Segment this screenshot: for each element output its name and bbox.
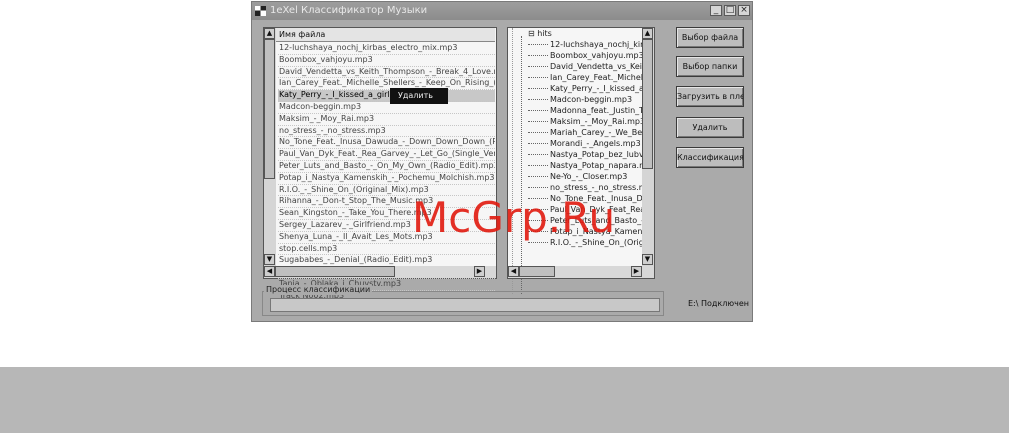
tree-item[interactable]: Madonna_feat._Justin_Timberlake.mp3 bbox=[528, 105, 652, 116]
classification-progress-bar bbox=[270, 298, 660, 312]
file-list: 12-luchshaya_nochj_kirbas_electro_mix.mp… bbox=[278, 43, 495, 303]
load-to-player-button[interactable]: Загрузить в плеер bbox=[676, 86, 744, 107]
list-item[interactable]: No_Tone_Feat._Inusa_Dawuda_-_Down_Down_D… bbox=[278, 137, 495, 150]
list-item[interactable]: Ian_Carey_Feat._Michelle_Shellers_-_Keep… bbox=[278, 78, 495, 91]
tree-item-label: David_Vendetta_vs_Keith_Thompson.mp3 bbox=[550, 62, 652, 71]
expand-collapse-icon[interactable]: ⊟ bbox=[528, 29, 535, 38]
bottom-gray-band bbox=[0, 367, 1009, 433]
scroll-right-icon[interactable]: ▶ bbox=[631, 266, 642, 277]
tree-item-label: no_stress_-_no_stress.mp3 bbox=[550, 183, 652, 192]
scroll-up-icon[interactable]: ▲ bbox=[642, 28, 653, 39]
scroll-right-icon[interactable]: ▶ bbox=[474, 266, 485, 277]
file-list-hscrollbar[interactable]: ◀ ▶ bbox=[264, 266, 496, 278]
tree-item-label: Ne-Yo_-_Closer.mp3 bbox=[550, 172, 628, 181]
column-header-filename[interactable]: Имя файла bbox=[276, 28, 495, 42]
scroll-down-icon[interactable]: ▼ bbox=[642, 254, 653, 265]
delete-button[interactable]: Удалить bbox=[676, 117, 744, 138]
tree-item-label: Nastya_Potap_napara.mp3 bbox=[550, 161, 652, 170]
progress-group-label: Процесс классификации bbox=[264, 285, 373, 295]
scroll-up-icon[interactable]: ▲ bbox=[264, 28, 275, 39]
window-title: 1eXel Классификатор Музыки bbox=[270, 5, 428, 16]
tree-item-label: 12-luchshaya_nochj_kirbas_electro_mix.mp… bbox=[550, 40, 652, 49]
list-item[interactable]: David_Vendetta_vs_Keith_Thompson_-_Break… bbox=[278, 67, 495, 79]
tree-item[interactable]: Mariah_Carey_-_We_Belong_Together.mp3 bbox=[528, 127, 652, 138]
tree-item[interactable]: David_Vendetta_vs_Keith_Thompson.mp3 bbox=[528, 61, 652, 72]
context-menu: Удалить bbox=[390, 88, 448, 104]
tree-item-label: Mariah_Carey_-_We_Belong_Together.mp3 bbox=[550, 128, 652, 137]
list-item[interactable]: Potap_i_Nastya_Kamenskih_-_Pochemu_Molch… bbox=[278, 173, 495, 185]
tree-item[interactable]: 12-luchshaya_nochj_kirbas_electro_mix.mp… bbox=[528, 39, 652, 50]
file-list-vscrollbar[interactable]: ▲ ▼ bbox=[264, 28, 276, 266]
list-item[interactable]: Paul_Van_Dyk_Feat._Rea_Garvey_-_Let_Go_(… bbox=[278, 149, 495, 161]
list-item[interactable]: stop.cells.mp3 bbox=[278, 244, 495, 256]
context-menu-item-delete[interactable]: Удалить bbox=[398, 91, 433, 100]
list-item[interactable]: Madcon-beggin.mp3 bbox=[278, 102, 495, 114]
tree-item-label: Nastya_Potap_bez_lubvi.mp3 bbox=[550, 150, 652, 159]
tree-guide-line bbox=[512, 28, 513, 294]
tree-item-label: Ian_Carey_Feat._Michelle_Shellers.mp3 bbox=[550, 73, 652, 82]
tree-item[interactable]: Ne-Yo_-_Closer.mp3 bbox=[528, 171, 652, 182]
tree-item[interactable]: Boombox_vahjoyu.mp3 bbox=[528, 50, 652, 61]
tree-item[interactable]: Maksim_-_Moy_Rai.mp3 bbox=[528, 116, 652, 127]
list-item[interactable]: Maksim_-_Moy_Rai.mp3 bbox=[278, 114, 495, 126]
tree-item-label: Madcon-beggin.mp3 bbox=[550, 95, 633, 104]
tree-root-label: hits bbox=[537, 29, 552, 38]
tree-item[interactable]: Ian_Carey_Feat._Michelle_Shellers.mp3 bbox=[528, 72, 652, 83]
tree-item[interactable]: Nastya_Potap_bez_lubvi.mp3 bbox=[528, 149, 652, 160]
scroll-thumb[interactable] bbox=[264, 39, 275, 179]
tree-item-label: Morandi_-_Angels.mp3 bbox=[550, 139, 641, 148]
list-item[interactable]: 12-luchshaya_nochj_kirbas_electro_mix.mp… bbox=[278, 43, 495, 55]
tree-item[interactable]: no_stress_-_no_stress.mp3 bbox=[528, 182, 652, 193]
scroll-down-icon[interactable]: ▼ bbox=[264, 254, 275, 265]
app-icon bbox=[255, 6, 266, 16]
tree-item[interactable]: Katy_Perry_-_I_kissed_a_girl.mp3 bbox=[528, 83, 652, 94]
title-bar[interactable]: 1eXel Классификатор Музыки bbox=[252, 2, 752, 20]
watermark: McGrp.Ru bbox=[412, 193, 616, 242]
tree-root[interactable]: ⊟ hits bbox=[528, 28, 652, 39]
maximize-button[interactable]: □ bbox=[724, 5, 736, 16]
tree-branch-line bbox=[521, 36, 522, 294]
list-item[interactable]: Peter_Luts_and_Basto_-_On_My_Own_(Radio_… bbox=[278, 161, 495, 173]
scroll-thumb[interactable] bbox=[642, 39, 653, 169]
tree-item-label: Katy_Perry_-_I_kissed_a_girl.mp3 bbox=[550, 84, 652, 93]
scroll-left-icon[interactable]: ◀ bbox=[508, 266, 519, 277]
tree-item-label: Maksim_-_Moy_Rai.mp3 bbox=[550, 117, 646, 126]
close-button[interactable]: × bbox=[738, 5, 750, 16]
tree-hscrollbar[interactable]: ◀ ▶ bbox=[508, 266, 654, 278]
list-item[interactable]: no_stress_-_no_stress.mp3 bbox=[278, 126, 495, 138]
tree-item-label: Madonna_feat._Justin_Timberlake.mp3 bbox=[550, 106, 652, 115]
scroll-left-icon[interactable]: ◀ bbox=[264, 266, 275, 277]
choose-file-button[interactable]: Выбор файла bbox=[676, 27, 744, 48]
app-window: 1eXel Классификатор Музыки _ □ × ▲ ▼ Имя… bbox=[251, 1, 753, 322]
status-text: E:\ Подключен bbox=[688, 299, 749, 308]
list-item[interactable]: Boombox_vahjoyu.mp3 bbox=[278, 55, 495, 67]
tree-vscrollbar[interactable]: ▲ ▼ bbox=[642, 28, 654, 266]
tree-item[interactable]: Nastya_Potap_napara.mp3 bbox=[528, 160, 652, 171]
list-item[interactable]: Katy_Perry_-_I_kissed_a_girl.mp3 bbox=[278, 90, 495, 102]
tree-item[interactable]: Morandi_-_Angels.mp3 bbox=[528, 138, 652, 149]
tree-item-label: Boombox_vahjoyu.mp3 bbox=[550, 51, 644, 60]
hscroll-thumb[interactable] bbox=[519, 266, 555, 277]
minimize-button[interactable]: _ bbox=[710, 5, 722, 16]
choose-folder-button[interactable]: Выбор папки bbox=[676, 56, 744, 77]
classify-button[interactable]: Классификация bbox=[676, 147, 744, 168]
tree-item[interactable]: Madcon-beggin.mp3 bbox=[528, 94, 652, 105]
hscroll-thumb[interactable] bbox=[275, 266, 395, 277]
